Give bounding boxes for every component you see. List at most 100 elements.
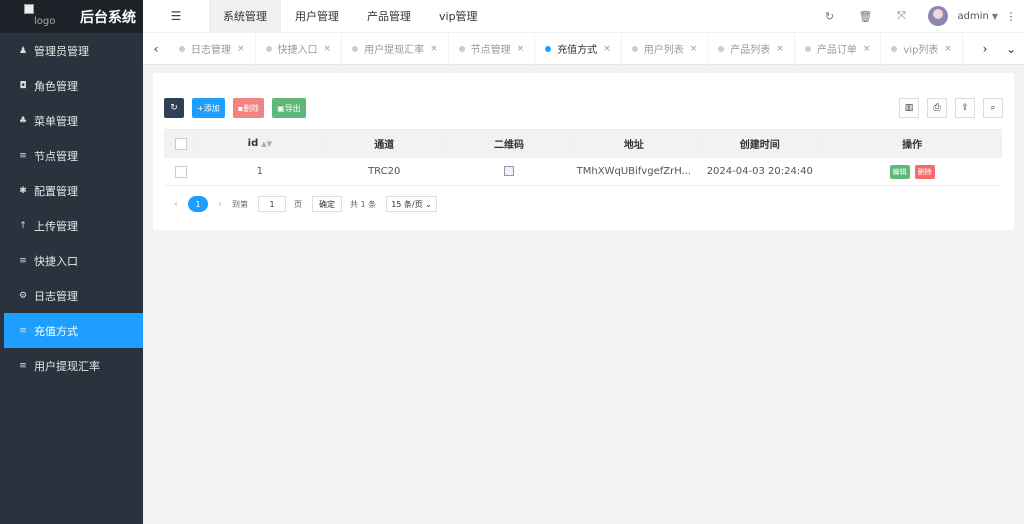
top-nav-item[interactable]: 系统管理 <box>209 0 281 33</box>
table-tools: ▥ ⎙ ⇪ ⌕ <box>891 98 1003 118</box>
tab-controls: › ⌄ <box>972 42 1024 56</box>
tab-dot-icon <box>265 45 272 52</box>
print-icon[interactable]: ⎙ <box>927 98 947 118</box>
top-nav-item[interactable]: vip管理 <box>425 0 492 33</box>
sidebar-item[interactable]: ⚙ 日志管理 <box>0 278 143 313</box>
col-address: 地址 <box>570 129 698 158</box>
close-icon[interactable]: × <box>430 44 438 54</box>
tab-label: 充值方式 <box>557 45 598 56</box>
page-size-select[interactable]: 15 条/页 ⌄ <box>386 196 437 212</box>
select-all-cell <box>164 129 199 158</box>
tab-dot-icon <box>545 45 552 52</box>
edit-button[interactable]: 编辑 <box>889 164 910 179</box>
close-icon[interactable]: × <box>517 44 525 54</box>
sidebar-item-label: 节点管理 <box>34 149 78 163</box>
gear-icon: ⚙ <box>18 290 28 301</box>
menu-toggle-icon[interactable]: ☰ <box>143 9 209 23</box>
col-actions: 操作 <box>822 129 1002 158</box>
logo-alt-text: logo <box>34 16 56 27</box>
avatar[interactable] <box>927 6 948 26</box>
sidebar-item-label: 日志管理 <box>34 289 78 303</box>
goto-label: 到第 <box>232 199 248 209</box>
page-tab[interactable]: 快捷入口 × <box>256 32 343 65</box>
sidebar: logo 后台系统 ♟ 管理员管理 ◘ 角色管理 ♣ 菜单管理 ≡ 节点管理 ✱ 配置管理 ↑ 上传管… <box>0 0 143 524</box>
close-icon[interactable]: × <box>690 44 698 54</box>
list-icon: ≡ <box>19 360 27 371</box>
row-checkbox[interactable] <box>175 165 188 178</box>
qrcode-image-icon[interactable] <box>504 166 514 176</box>
export-file-icon[interactable]: ⇪ <box>955 98 975 118</box>
more-vertical-icon[interactable]: ⋮ <box>998 10 1024 23</box>
sidebar-item-label: 管理员管理 <box>34 44 89 58</box>
tab-bar: ‹ 日志管理 × 快捷入口 × 用户提现汇率 × 节点管理 × 充值方式 × 用户列表 × 产品列表 × 产… <box>143 32 1024 65</box>
next-page-icon[interactable]: › <box>218 199 222 210</box>
page-tab[interactable]: vip列表 × <box>881 32 963 65</box>
sidebar-item[interactable]: ≡ 用户提现汇率 <box>0 348 143 383</box>
tab-scroll-left-icon[interactable]: ‹ <box>143 42 169 56</box>
refresh-icon[interactable]: ↻ <box>812 10 848 23</box>
sidebar-item[interactable]: ≡ 节点管理 <box>0 138 143 173</box>
top-nav-item[interactable]: 用户管理 <box>281 0 353 33</box>
fullscreen-icon[interactable]: ⤧ <box>884 9 920 23</box>
page-tab[interactable]: 用户提现汇率 × <box>342 32 449 65</box>
confirm-button[interactable]: 确定 <box>312 196 342 212</box>
tab-menu-chevron-icon[interactable]: ⌄ <box>998 42 1024 56</box>
sidebar-item-label: 用户提现汇率 <box>34 359 100 373</box>
page-tab[interactable]: 日志管理 × <box>169 32 256 65</box>
close-icon[interactable]: × <box>863 44 871 54</box>
page-input[interactable]: 1 <box>258 196 286 212</box>
app-root: logo 后台系统 ♟ 管理员管理 ◘ 角色管理 ♣ 菜单管理 ≡ 节点管理 ✱ 配置管理 ↑ 上传管… <box>0 0 1024 524</box>
cell-actions: 编辑 删除 <box>822 157 1002 186</box>
close-icon[interactable]: × <box>776 44 784 54</box>
chevron-down-icon: ⌄ <box>425 199 432 209</box>
sort-icon[interactable]: ▲▼ <box>261 140 272 148</box>
top-nav-item[interactable]: 产品管理 <box>353 0 425 33</box>
tab-dot-icon <box>352 45 359 52</box>
sidebar-item[interactable]: ↑ 上传管理 <box>0 208 143 243</box>
current-page-button[interactable]: 1 <box>188 196 208 212</box>
user-name[interactable]: admin <box>958 11 989 22</box>
sidebar-item[interactable]: ≡ 快捷入口 <box>0 243 143 278</box>
page-tab[interactable]: 产品订单 × <box>795 32 882 65</box>
export-button-label: 导出 <box>284 103 301 113</box>
sidebar-item[interactable]: ♣ 菜单管理 <box>0 103 143 138</box>
export-icon: ▣ <box>277 103 285 113</box>
upload-icon: ↑ <box>19 220 27 231</box>
page-tab[interactable]: 节点管理 × <box>449 32 536 65</box>
sidebar-item-label: 快捷入口 <box>34 254 78 268</box>
add-button[interactable]: + 添加 <box>192 98 225 118</box>
close-icon[interactable]: × <box>603 44 611 54</box>
prev-page-icon[interactable]: ‹ <box>174 199 178 210</box>
refresh-button[interactable]: ↻ <box>164 98 184 118</box>
cell-channel: TRC20 <box>321 157 448 186</box>
table-header-row: id ▲▼ 通道 二维码 地址 创建时间 操作 <box>164 129 1002 158</box>
sidebar-item[interactable]: ✱ 配置管理 <box>0 173 143 208</box>
tab-label: 节点管理 <box>470 45 511 56</box>
col-id[interactable]: id ▲▼ <box>197 129 322 158</box>
tab-dot-icon <box>458 45 465 52</box>
app-title: 后台系统 <box>80 10 136 26</box>
columns-icon[interactable]: ▥ <box>899 98 919 118</box>
col-created: 创建时间 <box>696 129 824 158</box>
tab-scroll-right-icon[interactable]: › <box>972 42 998 56</box>
list-icon: ≡ <box>19 150 27 161</box>
user-icon: ♟ <box>18 45 28 56</box>
search-icon[interactable]: ⌕ <box>983 98 1003 118</box>
close-icon[interactable]: × <box>944 44 952 54</box>
header-right: ↻ 🗑 ⤧ admin ▼ ⋮ <box>812 0 1024 33</box>
data-table: id ▲▼ 通道 二维码 地址 创建时间 操作 1 TRC20 TMhXWqUB… <box>164 129 1002 186</box>
page-tab[interactable]: 产品列表 × <box>708 32 795 65</box>
delete-button[interactable]: ▪ 删除 <box>232 98 265 118</box>
trash-icon[interactable]: 🗑 <box>848 10 884 23</box>
select-all-checkbox[interactable] <box>175 137 188 150</box>
export-button[interactable]: ▣ 导出 <box>272 98 306 118</box>
close-icon[interactable]: × <box>324 44 332 54</box>
sidebar-item[interactable]: ◘ 角色管理 <box>0 68 143 103</box>
sidebar-item[interactable]: ♟ 管理员管理 <box>0 33 143 68</box>
row-delete-button[interactable]: 删除 <box>914 164 935 179</box>
page-tab[interactable]: 充值方式 × <box>535 32 622 65</box>
page-tab[interactable]: 用户列表 × <box>622 32 709 65</box>
table-toolbar: ↻ + 添加 ▪ 删除 ▣ 导出 ▥ ⎙ ⇪ ⌕ <box>164 98 1003 118</box>
close-icon[interactable]: × <box>237 44 245 54</box>
sidebar-item[interactable]: ≡ 充值方式 <box>4 313 143 348</box>
